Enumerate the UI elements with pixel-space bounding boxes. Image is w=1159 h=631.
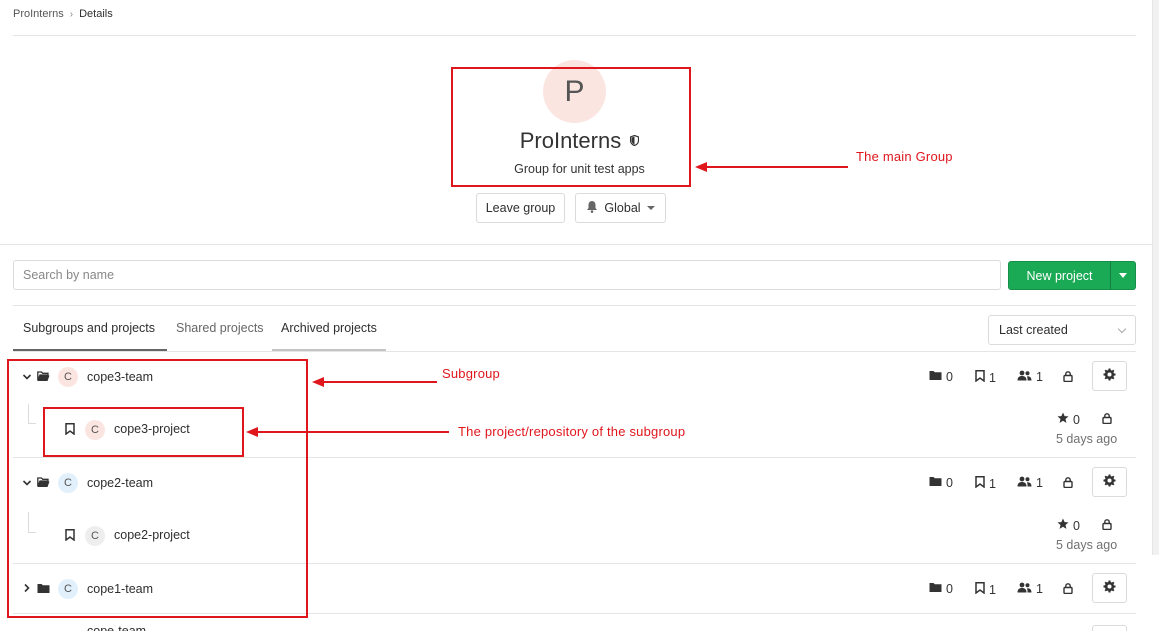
gear-icon	[1103, 580, 1116, 596]
updated-time: 5 days ago	[1056, 432, 1118, 446]
chevron-right-icon: ›	[69, 8, 74, 20]
users-icon	[1017, 476, 1032, 490]
notification-label: Global	[604, 201, 641, 215]
bookmark-icon	[975, 476, 985, 491]
star-count: 0	[1057, 518, 1080, 533]
star-icon	[1057, 412, 1069, 427]
projects-count: 1	[975, 476, 996, 491]
chevron-down-icon	[1117, 324, 1127, 334]
bookmark-icon	[975, 370, 985, 385]
breadcrumb: ProInterns › Details	[13, 8, 113, 20]
lock-icon	[1062, 582, 1074, 594]
annotation-box-project	[43, 407, 244, 457]
bookmark-icon	[975, 582, 985, 597]
projects-count: 1	[975, 370, 996, 385]
annotation-main-group: The main Group	[856, 149, 953, 164]
leave-group-button[interactable]: Leave group	[476, 193, 565, 223]
scrollbar[interactable]	[1152, 0, 1159, 555]
annotation-arrow-head	[695, 162, 707, 172]
divider	[13, 351, 1136, 352]
members-count: 1	[1017, 476, 1043, 490]
star-icon	[1057, 518, 1069, 533]
folder-icon	[929, 476, 942, 490]
subgroup-name-link[interactable]: cope-team	[87, 624, 146, 631]
lock-icon	[1101, 412, 1113, 424]
annotation-arrow	[257, 431, 449, 433]
search-input[interactable]	[13, 260, 1001, 290]
gear-icon	[1103, 368, 1116, 384]
divider	[0, 244, 1152, 245]
folder-icon	[929, 582, 942, 596]
annotation-arrow-head	[246, 427, 258, 437]
lock-icon	[1101, 518, 1113, 530]
subgroups-count: 0	[929, 476, 953, 490]
settings-button[interactable]	[1092, 361, 1127, 391]
gear-icon	[1103, 474, 1116, 490]
annotation-arrow-head	[312, 377, 324, 387]
annotation-box-main-group	[451, 67, 691, 187]
caret-down-icon	[646, 206, 655, 210]
annotation-arrow	[323, 381, 437, 383]
members-count: 1	[1017, 370, 1043, 384]
lock-icon	[1062, 370, 1074, 382]
divider	[13, 305, 1136, 306]
annotation-project: The project/repository of the subgroup	[458, 424, 686, 439]
lock-icon	[1062, 476, 1074, 488]
projects-count: 1	[975, 582, 996, 597]
notification-dropdown[interactable]: Global	[575, 193, 666, 223]
subgroups-count: 0	[929, 582, 953, 596]
breadcrumb-parent-link[interactable]: ProInterns	[13, 8, 64, 20]
folder-icon	[929, 370, 942, 384]
annotation-box-subgroups	[7, 359, 308, 618]
new-project-dropdown-toggle[interactable]	[1110, 261, 1136, 290]
divider	[13, 35, 1136, 36]
star-count: 0	[1057, 412, 1080, 427]
annotation-arrow	[706, 166, 848, 168]
users-icon	[1017, 370, 1032, 384]
bell-icon	[586, 200, 598, 216]
tab-shared-projects[interactable]: Shared projects	[176, 321, 264, 335]
sort-dropdown[interactable]: Last created	[988, 315, 1136, 345]
new-project-button[interactable]: New project	[1008, 261, 1111, 290]
tab-archived-projects[interactable]: Archived projects	[281, 321, 377, 335]
updated-time: 5 days ago	[1056, 538, 1118, 552]
caret-down-icon	[1119, 273, 1127, 278]
settings-button[interactable]	[1092, 467, 1127, 497]
annotation-subgroup: Subgroup	[442, 366, 500, 381]
members-count: 1	[1017, 582, 1043, 596]
users-icon	[1017, 582, 1032, 596]
settings-button[interactable]	[1092, 573, 1127, 603]
subgroups-count: 0	[929, 370, 953, 384]
settings-button[interactable]	[1092, 625, 1127, 631]
breadcrumb-current: Details	[79, 8, 113, 20]
tab-subgroups-and-projects[interactable]: Subgroups and projects	[23, 321, 155, 335]
